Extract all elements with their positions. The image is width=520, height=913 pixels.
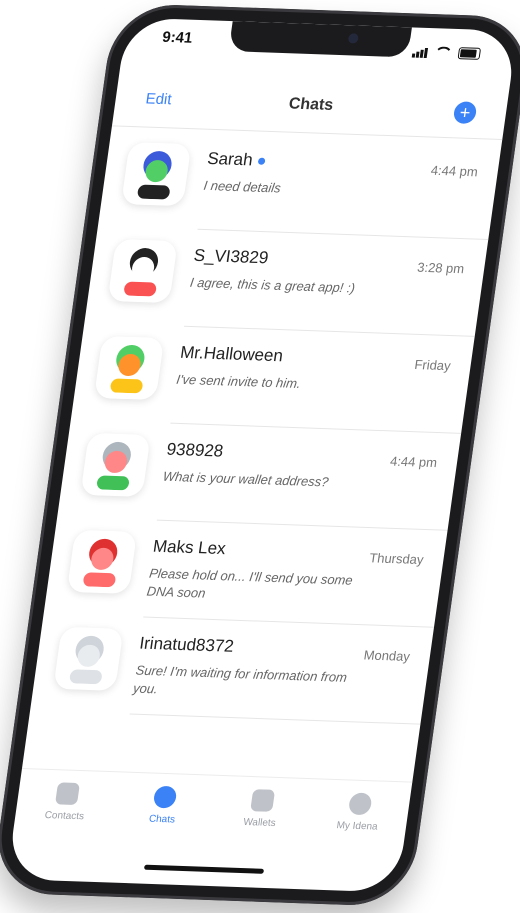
avatar	[121, 142, 192, 207]
chat-row[interactable]: Irinatud8372 Sure! I'm waiting for infor…	[30, 614, 434, 725]
chat-bubble-icon	[152, 785, 178, 809]
avatar	[66, 529, 138, 594]
chat-row[interactable]: S_VI3829 I agree, this is a great app! :…	[84, 226, 488, 337]
chat-time: Thursday	[368, 550, 425, 568]
chat-preview: Please hold on... I'll send you some DNA…	[145, 565, 354, 601]
tab-wallets[interactable]: Wallets	[207, 776, 314, 849]
chat-time: Monday	[362, 647, 411, 665]
tab-label: My Idena	[335, 820, 379, 833]
signal-icon	[411, 40, 430, 59]
chat-name: Sarah	[206, 149, 267, 171]
chat-row[interactable]: Maks Lex Please hold on... I'll send you…	[44, 517, 448, 628]
chat-row[interactable]: 938928 What is your wallet address? 4:44…	[57, 420, 461, 531]
chat-name: S_VI3829	[192, 245, 270, 268]
chat-name: Mr.Halloween	[179, 342, 285, 366]
avatar	[80, 432, 151, 497]
tab-label: Wallets	[242, 816, 277, 830]
chat-preview: Sure! I'm waiting for information from y…	[132, 662, 348, 697]
chat-time: 3:28 pm	[416, 259, 466, 277]
contacts-icon	[54, 782, 80, 806]
chat-time: Friday	[413, 356, 452, 374]
status-time: 9:41	[161, 28, 194, 47]
chat-name: Irinatud8372	[138, 633, 236, 656]
status-icons	[411, 40, 482, 60]
tab-my-idena[interactable]: My Idena	[305, 779, 412, 852]
chat-row[interactable]: Sarah I need details 4:44 pm	[98, 129, 502, 240]
avatar	[93, 335, 165, 401]
phone-mockup: 9:41 Edit Chats + Sarah I need details 4…	[0, 2, 520, 908]
notch	[228, 21, 412, 58]
tab-contacts[interactable]: Contacts	[12, 769, 119, 842]
nav-bar: Edit Chats +	[113, 79, 509, 133]
camera-icon	[347, 33, 360, 44]
chat-list: Sarah I need details 4:44 pm S_VI3829 I …	[30, 129, 502, 725]
phone-screen: 9:41 Edit Chats + Sarah I need details 4…	[6, 17, 518, 893]
chat-preview: I've sent invite to him.	[175, 371, 302, 392]
page-title: Chats	[287, 95, 335, 114]
chat-time: 4:44 pm	[429, 162, 479, 180]
online-indicator	[258, 157, 266, 165]
chat-preview: I agree, this is a great app! :)	[189, 274, 356, 296]
profile-icon	[347, 792, 373, 816]
chat-preview: I need details	[202, 177, 282, 196]
battery-icon	[457, 47, 482, 60]
tab-chats[interactable]: Chats	[110, 772, 217, 845]
chat-row[interactable]: Mr.Halloween I've sent invite to him. Fr…	[71, 323, 475, 434]
tab-bar: Contacts Chats Wallets My Idena	[12, 767, 413, 853]
chat-preview: What is your wallet address?	[161, 468, 330, 490]
home-indicator[interactable]	[143, 864, 265, 874]
chat-name: 938928	[165, 439, 225, 461]
wallet-icon	[250, 789, 276, 812]
chat-time: 4:44 pm	[389, 453, 439, 471]
wifi-icon	[433, 46, 454, 59]
chat-name: Maks Lex	[151, 536, 227, 559]
tab-label: Contacts	[43, 809, 85, 823]
new-chat-button[interactable]: +	[452, 101, 478, 124]
avatar	[107, 238, 178, 304]
tab-label: Chats	[148, 813, 176, 826]
avatar	[53, 626, 124, 691]
divider	[129, 713, 421, 725]
